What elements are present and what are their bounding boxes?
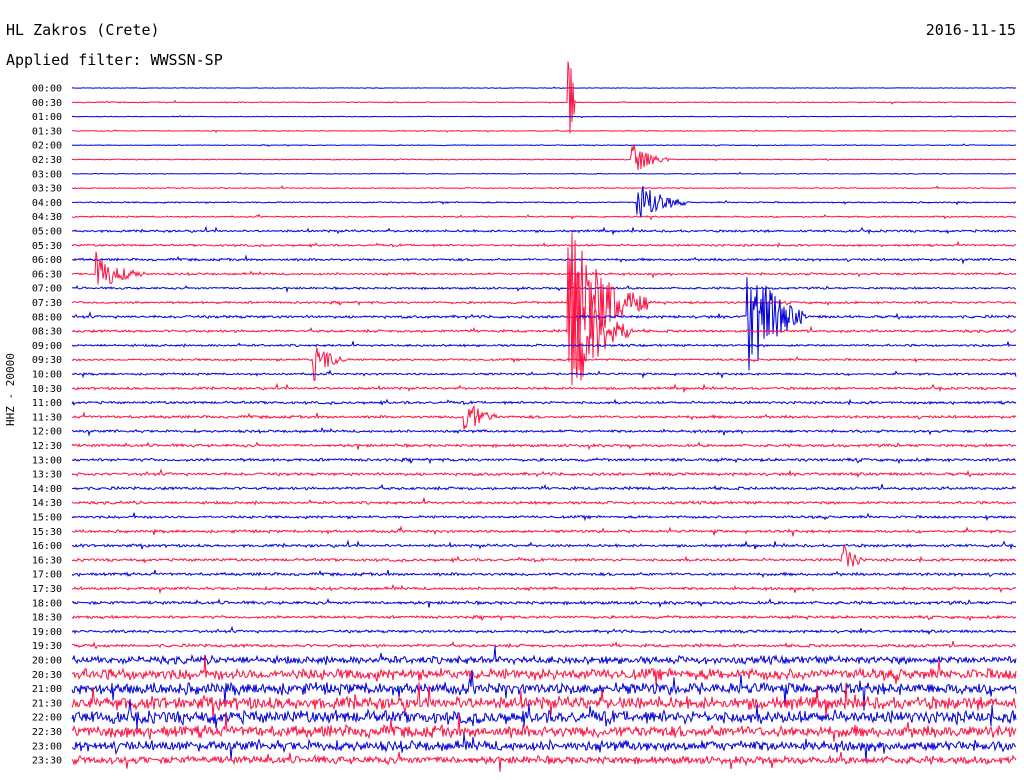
row-time-label: 05:00 <box>32 227 62 238</box>
trace-row <box>71 398 1017 407</box>
row-time-label: 00:00 <box>32 84 62 95</box>
trace-row <box>71 441 1017 451</box>
helicorder-plot: 00:00 00:30 01:00 01:30 02:00 02:30 03:00 03:30… <box>32 61 1017 772</box>
trace-row <box>71 129 1017 134</box>
row-time-label: 09:00 <box>32 341 62 352</box>
row-time-label: 21:00 <box>32 684 62 695</box>
row-time-label: 13:30 <box>32 470 62 481</box>
row-time-label: 17:30 <box>32 584 62 595</box>
trace-row <box>71 186 1017 218</box>
row-time-label: 06:00 <box>32 255 62 266</box>
row-time-label: 10:00 <box>32 370 62 381</box>
trace-row <box>71 341 1017 348</box>
trace-row <box>71 497 1017 506</box>
row-time-label: 12:00 <box>32 427 62 438</box>
trace-row <box>71 645 1017 666</box>
row-time-label: 20:30 <box>32 670 62 681</box>
row-time-label: 19:00 <box>32 627 62 638</box>
trace-row <box>71 468 1017 479</box>
row-time-label: 03:30 <box>32 184 62 195</box>
trace-row <box>71 539 1017 551</box>
trace-row <box>71 185 1017 190</box>
trace-row <box>71 543 1017 567</box>
trace-row <box>71 404 1017 430</box>
row-time-label: 17:00 <box>32 570 62 581</box>
row-time-label: 13:00 <box>32 455 62 466</box>
trace-row <box>72 284 1017 294</box>
trace-row <box>71 614 1017 622</box>
row-time-label: 08:30 <box>32 327 62 338</box>
trace-row <box>71 86 1017 90</box>
trace-row <box>71 277 1017 371</box>
trace-row <box>71 457 1017 465</box>
row-time-label: 21:30 <box>32 698 62 709</box>
row-time-label: 18:00 <box>32 598 62 609</box>
row-time-label: 14:00 <box>32 484 62 495</box>
row-time-label: 15:30 <box>32 527 62 538</box>
row-time-label: 02:00 <box>32 141 62 152</box>
trace-row <box>71 225 1017 236</box>
row-time-label: 11:00 <box>32 398 62 409</box>
row-time-label: 03:00 <box>32 169 62 180</box>
row-time-label: 08:00 <box>32 312 62 323</box>
row-time-label: 12:30 <box>32 441 62 452</box>
row-time-label: 01:30 <box>32 126 62 137</box>
row-time-label: 02:30 <box>32 155 62 166</box>
trace-row <box>71 583 1017 595</box>
row-time-label: 16:30 <box>32 555 62 566</box>
trace-row <box>71 115 1017 119</box>
row-time-label: 00:30 <box>32 98 62 109</box>
row-time-label: 14:30 <box>32 498 62 509</box>
trace-rows <box>71 61 1017 772</box>
trace-row <box>72 382 1017 394</box>
row-time-label: 01:00 <box>32 112 62 123</box>
row-time-label: 07:00 <box>32 284 62 295</box>
trace-row <box>71 254 1017 265</box>
trace-row <box>71 369 1017 379</box>
trace-row <box>71 171 1017 175</box>
trace-row <box>71 483 1017 492</box>
trace-row <box>71 569 1017 579</box>
trace-row <box>71 751 1017 772</box>
trace-row <box>71 213 1017 221</box>
row-time-label: 23:30 <box>32 756 62 767</box>
row-time-label: 06:30 <box>32 269 62 280</box>
row-time-label: 22:00 <box>32 713 62 724</box>
trace-row <box>71 525 1017 537</box>
row-time-label: 18:30 <box>32 613 62 624</box>
trace-row <box>71 143 1016 147</box>
row-time-label: 11:30 <box>32 412 62 423</box>
trace-row <box>71 598 1017 609</box>
row-time-label: 09:30 <box>32 355 62 366</box>
trace-row <box>71 240 1017 248</box>
row-time-label: 16:00 <box>32 541 62 552</box>
trace-row <box>71 625 1017 636</box>
row-tick-labels: 00:00 00:30 01:00 01:30 02:00 02:30 03:00 03:30… <box>32 84 62 767</box>
trace-row <box>71 61 1017 134</box>
row-time-label: 10:30 <box>32 384 62 395</box>
row-time-label: 15:00 <box>32 513 62 524</box>
trace-row <box>71 144 1017 170</box>
trace-row <box>71 232 1017 369</box>
row-time-label: 04:00 <box>32 198 62 209</box>
row-time-label: 19:30 <box>32 641 62 652</box>
row-time-label: 23:00 <box>32 741 62 752</box>
row-time-label: 07:30 <box>32 298 62 309</box>
row-time-label: 05:30 <box>32 241 62 252</box>
trace-row <box>71 251 1017 285</box>
row-time-label: 22:30 <box>32 727 62 738</box>
trace-row <box>71 640 1017 650</box>
trace-row <box>71 426 1017 437</box>
row-time-label: 20:00 <box>32 656 62 667</box>
trace-row <box>71 347 1017 382</box>
trace-row <box>71 512 1017 522</box>
row-time-label: 04:30 <box>32 212 62 223</box>
